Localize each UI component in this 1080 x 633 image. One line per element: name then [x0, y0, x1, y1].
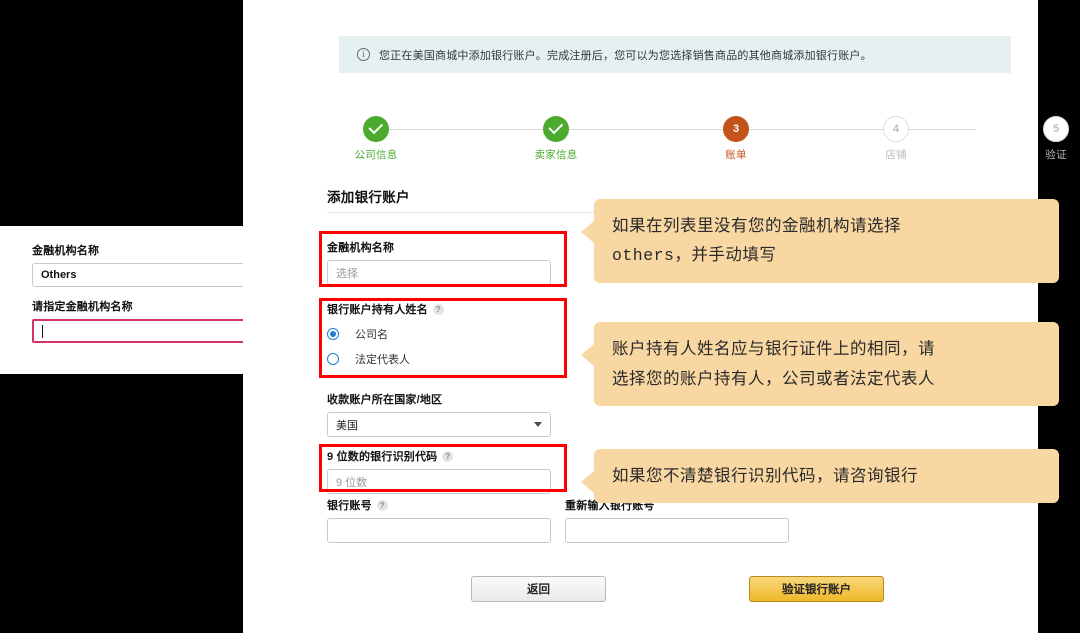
account-number-field: 银行账号 ? — [327, 497, 551, 543]
back-button-label: 返回 — [527, 584, 550, 596]
account-number-input[interactable] — [327, 518, 551, 543]
step-2-check-icon — [543, 116, 569, 142]
step-2-label: 卖家信息 — [534, 149, 578, 161]
radio-company-input[interactable] — [327, 328, 339, 340]
routing-number-label-text: 9 位数的银行识别代码 — [327, 451, 438, 463]
callout-1-line-2: others，并手动填写 — [612, 246, 777, 265]
account-number-label-text: 银行账号 — [327, 500, 372, 512]
callout-routing: 如果您不清楚银行识别代码，请咨询银行 — [581, 449, 1059, 503]
step-1-company-info[interactable]: 公司信息 — [331, 116, 421, 162]
callout-institution: 如果在列表里没有您的金融机构请选择 others，并手动填写 — [581, 199, 1059, 283]
country-field: 收款账户所在国家/地区 美国 — [327, 391, 551, 437]
radio-option-legal-rep[interactable]: 法定代表人 — [327, 351, 551, 367]
page-title: 添加银行账户 — [327, 190, 410, 205]
left-specify-label: 请指定金融机构名称 — [32, 301, 133, 313]
step-2-seller-info[interactable]: 卖家信息 — [511, 116, 601, 162]
institution-placeholder: 选择 — [336, 267, 358, 280]
country-select[interactable]: 美国 — [327, 412, 551, 437]
country-label: 收款账户所在国家/地区 — [327, 394, 443, 406]
account-holder-label-text: 银行账户持有人姓名 — [327, 304, 428, 316]
radio-legal-rep-label: 法定代表人 — [355, 354, 410, 366]
routing-number-input[interactable]: 9 位数 — [327, 469, 551, 494]
step-4-store[interactable]: 4 店铺 — [851, 116, 941, 162]
callout-3-line-1: 如果您不清楚银行识别代码，请咨询银行 — [612, 467, 918, 485]
country-value: 美国 — [336, 419, 358, 432]
radio-option-company[interactable]: 公司名 — [327, 326, 551, 342]
step-4-number: 4 — [883, 116, 909, 142]
chevron-down-icon — [534, 422, 542, 427]
back-button[interactable]: 返回 — [471, 576, 606, 602]
step-3-label: 账单 — [725, 149, 747, 161]
verify-bank-account-button[interactable]: 验证银行账户 — [749, 576, 884, 602]
main-content-sheet: i 您正在美国商城中添加银行账户。完成注册后，您可以为您选择销售商品的其他商城添… — [243, 0, 1069, 633]
screenshot-root: 金融机构名称 Others 请指定金融机构名称 i 您正在美国商城中添加银行账户… — [0, 0, 1080, 633]
callout-2-line-2: 选择您的账户持有人，公司或者法定代表人 — [612, 370, 935, 388]
radio-company-label: 公司名 — [355, 329, 388, 341]
left-institution-field: 金融机构名称 Others — [32, 242, 256, 287]
left-detail-panel: 金融机构名称 Others 请指定金融机构名称 — [0, 226, 256, 374]
account-holder-field: 银行账户持有人姓名 ? 公司名 法定代表人 — [327, 301, 551, 367]
help-icon[interactable]: ? — [376, 499, 388, 511]
routing-number-label: 9 位数的银行识别代码 ? — [327, 448, 551, 464]
step-3-billing[interactable]: 3 账单 — [691, 116, 781, 162]
step-3-number: 3 — [723, 116, 749, 142]
info-banner: i 您正在美国商城中添加银行账户。完成注册后，您可以为您选择销售商品的其他商城添… — [339, 36, 1011, 73]
step-5-label: 验证 — [1045, 149, 1067, 161]
left-specify-input[interactable] — [32, 319, 256, 343]
routing-number-field: 9 位数的银行识别代码 ? 9 位数 — [327, 448, 551, 494]
help-icon[interactable]: ? — [432, 303, 444, 315]
left-specify-field: 请指定金融机构名称 — [32, 298, 256, 343]
help-icon[interactable]: ? — [442, 450, 454, 462]
account-holder-label: 银行账户持有人姓名 ? — [327, 301, 551, 317]
institution-field: 金融机构名称 选择 — [327, 239, 551, 285]
left-institution-label: 金融机构名称 — [32, 245, 100, 257]
left-institution-input[interactable]: Others — [32, 263, 256, 287]
callout-2-line-1: 账户持有人姓名应与银行证件上的相同，请 — [612, 340, 935, 358]
left-institution-value: Others — [41, 269, 77, 281]
step-1-check-icon — [363, 116, 389, 142]
registration-stepper: 公司信息 卖家信息 3 账单 4 店铺 5 验证 — [331, 116, 1069, 162]
account-number-confirm-input[interactable] — [565, 518, 789, 543]
account-number-confirm-field: 重新输入银行账号 — [565, 497, 789, 543]
info-icon: i — [357, 48, 370, 61]
verify-button-label: 验证银行账户 — [782, 584, 851, 596]
text-caret — [42, 324, 43, 338]
radio-legal-rep-input[interactable] — [327, 353, 339, 365]
callout-1-line-1: 如果在列表里没有您的金融机构请选择 — [612, 217, 901, 235]
callout-account-holder: 账户持有人姓名应与银行证件上的相同，请 选择您的账户持有人，公司或者法定代表人 — [581, 322, 1059, 406]
routing-number-placeholder: 9 位数 — [336, 476, 368, 489]
step-1-label: 公司信息 — [354, 149, 398, 161]
step-5-number: 5 — [1043, 116, 1069, 142]
institution-label: 金融机构名称 — [327, 242, 395, 254]
info-banner-text: 您正在美国商城中添加银行账户。完成注册后，您可以为您选择销售商品的其他商城添加银… — [379, 49, 872, 62]
institution-select[interactable]: 选择 — [327, 260, 551, 285]
step-5-verification[interactable]: 5 验证 — [1011, 116, 1080, 162]
account-number-label: 银行账号 ? — [327, 497, 551, 513]
step-4-label: 店铺 — [885, 149, 907, 161]
